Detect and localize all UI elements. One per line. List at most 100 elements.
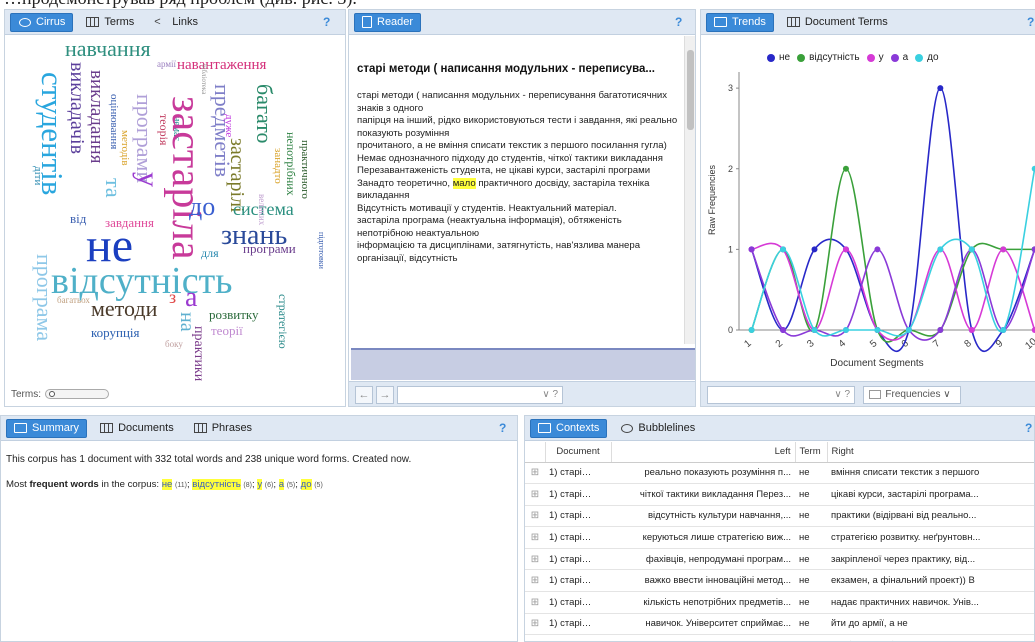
frequent-word-link[interactable]: а xyxy=(278,479,285,490)
cloud-word[interactable]: викладання xyxy=(86,70,107,163)
y-axis-label: Raw Frequencies xyxy=(707,164,717,235)
cloud-word[interactable]: програма xyxy=(32,254,57,341)
cloud-word[interactable]: непотрібних xyxy=(284,132,298,196)
cloud-word[interactable]: дуже xyxy=(223,114,235,137)
column-header-term[interactable]: Term xyxy=(795,442,828,463)
prev-button[interactable]: ← xyxy=(355,385,373,404)
cloud-word[interactable]: навчання xyxy=(65,38,151,60)
column-header-document[interactable]: Document xyxy=(545,442,612,463)
help-icon[interactable]: ? xyxy=(1025,421,1032,435)
cloud-word[interactable]: для xyxy=(201,247,219,259)
cloud-word[interactable]: методів xyxy=(119,130,131,166)
cloud-word[interactable]: у xyxy=(132,172,165,187)
tab-links[interactable]: < Links xyxy=(147,13,205,32)
cloud-word[interactable]: застаріла xyxy=(163,96,209,260)
tab-documents[interactable]: Documents xyxy=(93,419,181,438)
cloud-word[interactable]: програми xyxy=(243,242,296,255)
frequent-word-link[interactable]: до xyxy=(300,479,312,490)
frequencies-select[interactable]: Frequencies ∨ xyxy=(863,385,961,404)
cloud-word[interactable]: занадто xyxy=(272,148,284,184)
document-select[interactable]: ∨ ? xyxy=(397,385,563,404)
column-header-left[interactable]: Left xyxy=(611,442,796,463)
term-cell: не xyxy=(795,634,827,641)
expand-row-button[interactable]: ⊞ xyxy=(525,483,545,506)
help-icon[interactable]: ? xyxy=(675,15,682,29)
cloud-word[interactable]: корупція xyxy=(91,326,140,339)
column-header-right[interactable]: Right xyxy=(827,442,1034,463)
table-row[interactable]: ⊞ 1) старі… реально показують розуміння п.… xyxy=(525,462,1034,485)
cloud-word[interactable]: викладачів xyxy=(66,62,88,154)
terms-slider[interactable] xyxy=(45,389,109,399)
cloud-word[interactable]: багатьох xyxy=(57,296,90,305)
cloud-word[interactable]: стратегією xyxy=(276,294,290,349)
chevron-down-icon: ∨ xyxy=(542,389,550,400)
help-icon[interactable]: ? xyxy=(323,15,330,29)
cloud-word[interactable]: програми xyxy=(132,94,157,183)
tab-summary[interactable]: Summary xyxy=(6,418,88,438)
tab-phrases[interactable]: Phrases xyxy=(187,419,259,438)
tab-cirrus[interactable]: Cirrus xyxy=(10,12,74,32)
frequent-word-link[interactable]: у xyxy=(257,479,263,490)
data-point xyxy=(874,246,881,253)
cloud-word[interactable]: теорії xyxy=(211,324,243,337)
frequent-word-link[interactable]: відсутність xyxy=(192,479,241,490)
table-row[interactable]: ⊞ 1) старі… фахівців, непродумані програм.… xyxy=(525,548,1034,571)
table-row[interactable]: ⊞1) старі…не йти до армії, анездобуття н… xyxy=(525,634,1034,641)
cloud-word[interactable]: від xyxy=(70,212,86,225)
cloud-word[interactable]: та xyxy=(101,178,126,198)
cloud-word[interactable]: а xyxy=(185,284,197,312)
reader-scrollbar[interactable] xyxy=(684,36,695,344)
help-icon[interactable]: ? xyxy=(1027,15,1034,29)
expand-row-button[interactable]: ⊞ xyxy=(525,569,545,593)
cloud-word[interactable]: бібліотека xyxy=(200,64,208,94)
expand-row-button[interactable]: ⊞ xyxy=(525,613,545,636)
cloud-word[interactable]: діти xyxy=(32,166,44,185)
highlighted-term[interactable]: мало xyxy=(452,177,476,189)
tab-reader[interactable]: Reader xyxy=(354,12,422,32)
tab-terms[interactable]: Terms xyxy=(79,13,141,32)
expand-row-button[interactable]: ⊞ xyxy=(525,591,545,614)
cloud-word[interactable]: підготовки xyxy=(317,232,326,269)
chevron-down-icon: ∨ xyxy=(834,389,842,400)
scrollbar-thumb[interactable] xyxy=(687,50,694,130)
table-row[interactable]: ⊞ 1) старі… чіткої тактики викладання Пере… xyxy=(525,483,1034,506)
reader-line: Немає однозначного підходу до студентів,… xyxy=(357,152,663,164)
cloud-word[interactable]: методи xyxy=(91,298,157,320)
table-row[interactable]: ⊞ 1) старі… відсутність культури навчання,… xyxy=(525,505,1034,528)
cloud-word[interactable]: великих xyxy=(257,194,267,225)
next-button[interactable]: → xyxy=(376,385,394,404)
cloud-word[interactable]: боку xyxy=(165,340,183,349)
expand-row-button[interactable]: ⊞ xyxy=(525,462,545,485)
expand-row-button[interactable]: ⊞ xyxy=(525,526,545,549)
cloud-word[interactable]: армії xyxy=(157,60,176,69)
cloud-word[interactable]: практики xyxy=(191,326,206,381)
left-context-cell: чіткої тактики викладання Перез... xyxy=(611,483,795,506)
cloud-word[interactable]: оцінювання xyxy=(108,94,120,149)
cirrus-footer: Terms: xyxy=(5,381,345,406)
tab-document-terms[interactable]: Document Terms xyxy=(780,13,895,32)
help-icon[interactable]: ? xyxy=(499,421,506,435)
tab-trends[interactable]: Trends xyxy=(706,12,774,32)
cloud-word[interactable]: з xyxy=(169,288,176,306)
tab-bubblelines[interactable]: Bubblelines xyxy=(613,419,702,438)
table-row[interactable]: ⊞ 1) старі… важко ввести інноваційні метод… xyxy=(525,569,1034,593)
data-point xyxy=(842,246,849,253)
cloud-word[interactable]: розвитку xyxy=(209,308,259,321)
term-select[interactable]: ∨ ? xyxy=(707,385,855,404)
table-row[interactable]: ⊞ 1) старі… навичок. Університет сприймає.… xyxy=(525,613,1034,636)
trends-panel: Trends Document Terms ? не відсутність у а д… xyxy=(700,9,1035,407)
expand-row-button[interactable]: ⊞ xyxy=(525,548,545,571)
expand-row-button[interactable]: ⊞ xyxy=(525,634,545,641)
table-row[interactable]: ⊞ 1) старі… кількість непотрібних предметі… xyxy=(525,591,1034,614)
expand-row-button[interactable]: ⊞ xyxy=(525,505,545,528)
frequent-word-link[interactable]: не xyxy=(161,479,173,490)
tab-contexts[interactable]: Contexts xyxy=(530,418,608,438)
reader-segment-bar[interactable] xyxy=(351,348,695,380)
summary-content: This corpus has 1 document with 332 tota… xyxy=(6,453,411,493)
cloud-word[interactable]: багато xyxy=(252,84,277,144)
cloud-word[interactable]: до xyxy=(189,194,215,220)
cloud-word[interactable]: практичного xyxy=(299,140,311,199)
slider-handle[interactable] xyxy=(49,391,55,397)
cloud-word[interactable]: навантаження xyxy=(177,58,266,73)
table-row[interactable]: ⊞ 1) старі… керуються лише стратегією виж.… xyxy=(525,526,1034,549)
